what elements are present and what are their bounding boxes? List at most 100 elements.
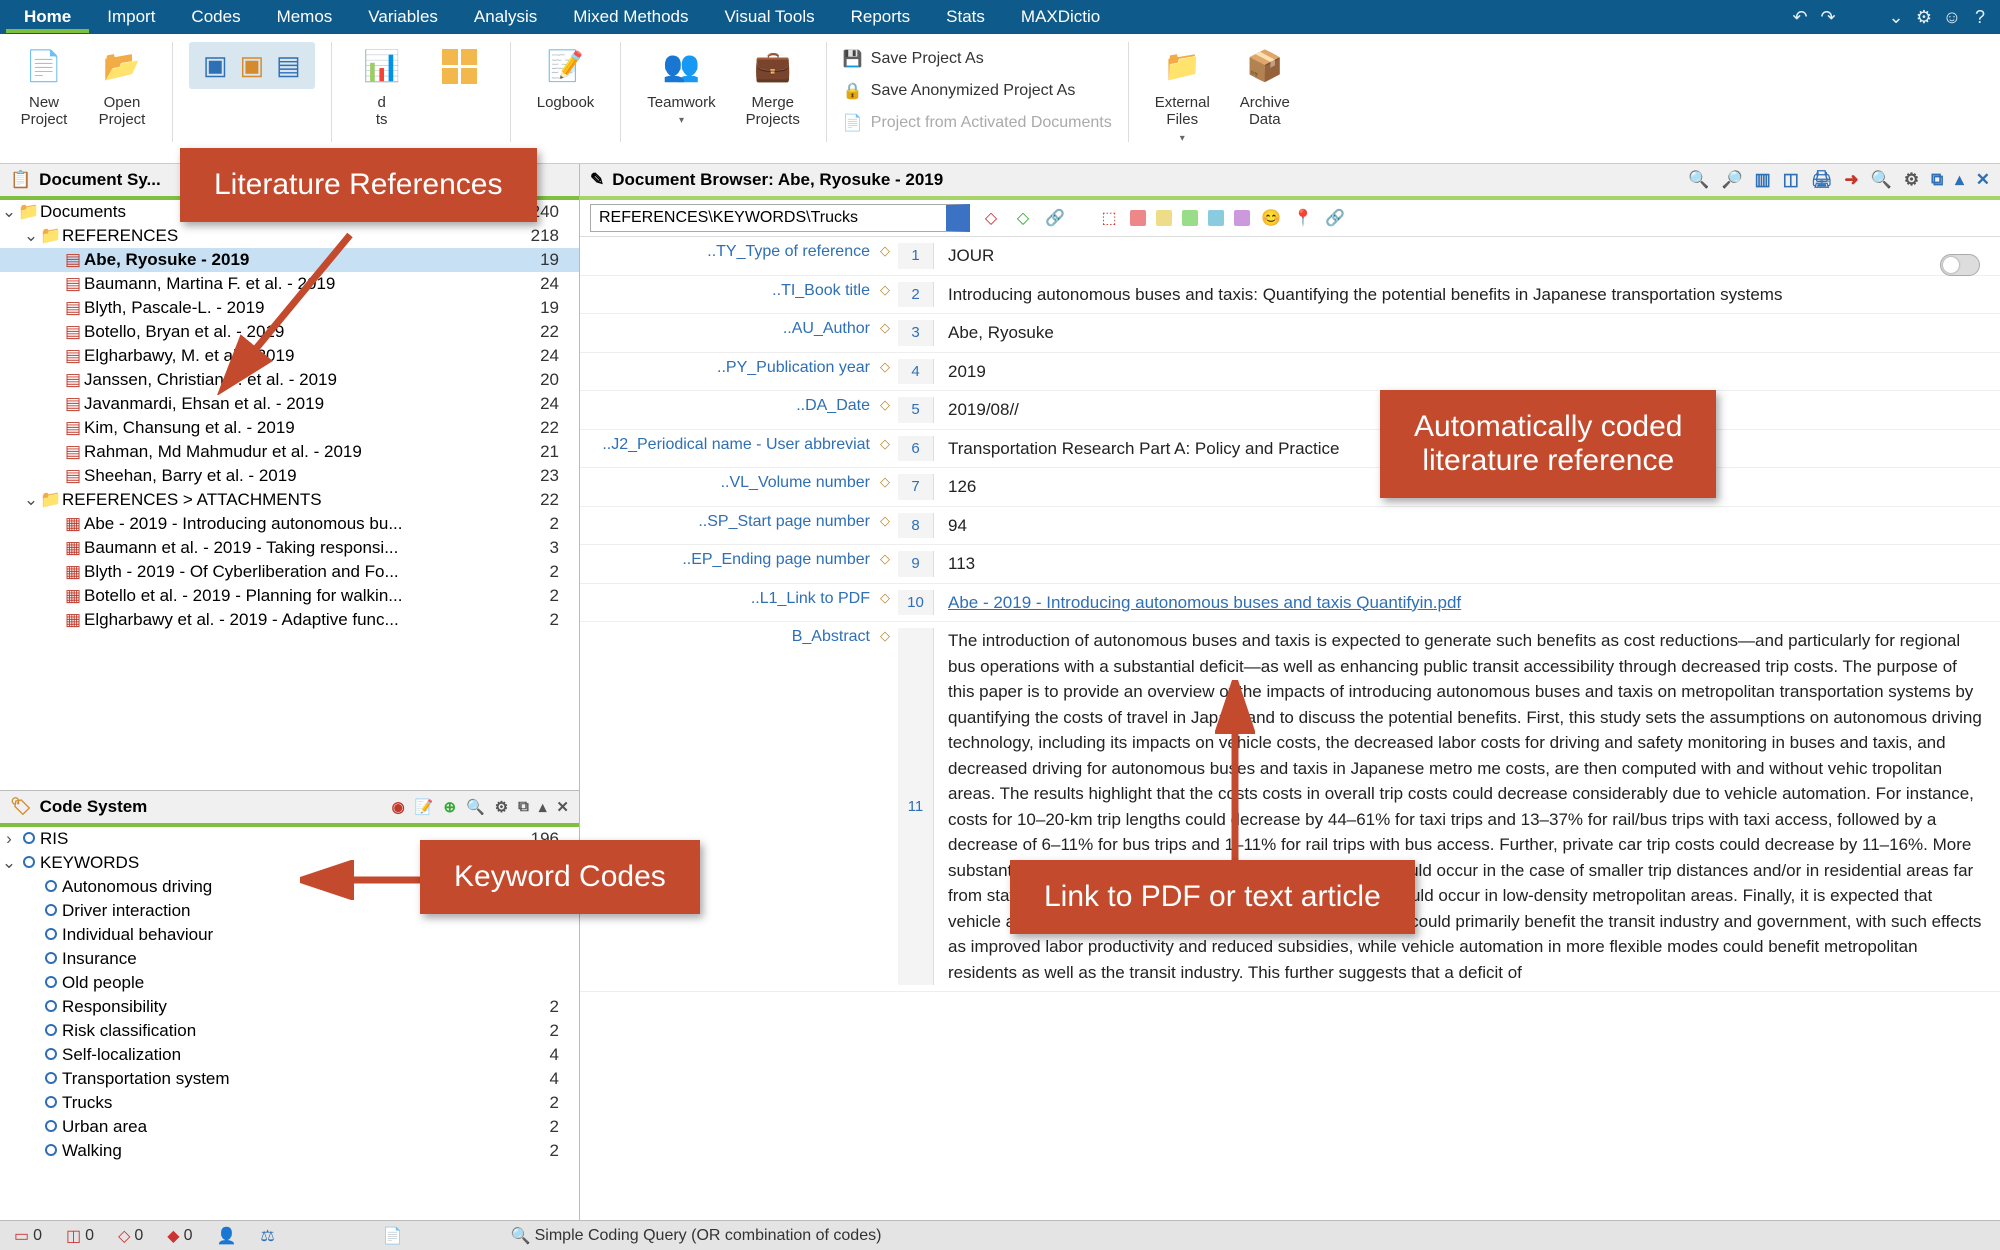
query-indicator[interactable]: 🔍Simple Coding Query (OR combination of … <box>511 1226 882 1246</box>
tree-row[interactable]: ▦ Baumann et al. - 2019 - Taking respons… <box>0 536 579 560</box>
code-path-selector[interactable]: REFERENCES\KEYWORDS\Trucks <box>590 204 970 232</box>
tab-reports[interactable]: Reports <box>833 1 929 33</box>
code-row[interactable]: Urban area 2 <box>0 1115 579 1139</box>
redo-icon[interactable]: ↷ <box>1814 7 1842 28</box>
tab-memos[interactable]: Memos <box>259 1 351 33</box>
tab-mixed-methods[interactable]: Mixed Methods <box>555 1 706 33</box>
zoom-out-icon[interactable]: 🔍 <box>1688 170 1709 190</box>
highlight-blue-icon[interactable] <box>1208 210 1224 226</box>
find-icon[interactable]: 🔍 <box>1871 170 1892 190</box>
highlight-yellow-icon[interactable] <box>1156 210 1172 226</box>
emoji-icon[interactable]: 😊 <box>1260 207 1282 229</box>
close-icon[interactable]: ✕ <box>1976 170 1990 190</box>
archive-data-button[interactable]: 📦 Archive Data <box>1230 42 1300 129</box>
tab-home[interactable]: Home <box>6 1 89 33</box>
tree-row[interactable]: ▤ Rahman, Md Mahmudur et al. - 2019 21 <box>0 440 579 464</box>
expand-icon[interactable]: ⌄ <box>0 853 18 873</box>
collapse-icon[interactable]: ▴ <box>539 798 547 816</box>
teamwork-button[interactable]: 👥 Teamwork ▾ <box>637 42 725 126</box>
gear-icon[interactable]: ⚙ <box>1910 7 1938 28</box>
edit-mode-toggle[interactable] <box>1940 254 1980 276</box>
activate-icon[interactable]: ◉ <box>392 798 405 816</box>
tree-row[interactable]: ▦ Botello et al. - 2019 - Planning for w… <box>0 584 579 608</box>
memo-icon <box>503 589 519 603</box>
layout2-icon[interactable]: ▣ <box>240 50 265 81</box>
code-row[interactable]: Walking 2 <box>0 1139 579 1163</box>
gear-icon[interactable]: ⚙ <box>1904 170 1919 190</box>
tab-analysis[interactable]: Analysis <box>456 1 555 33</box>
expand-icon[interactable]: › <box>0 829 18 849</box>
tree-row[interactable]: ▦ Abe - 2019 - Introducing autonomous bu… <box>0 512 579 536</box>
code-row[interactable]: Old people <box>0 971 579 995</box>
clip-icon[interactable]: 🔗 <box>1324 207 1346 229</box>
field-value: 113 <box>934 551 2000 577</box>
barcode-icon[interactable]: ▥ <box>1755 170 1771 190</box>
undock-icon[interactable]: ⧉ <box>1931 170 1943 190</box>
external-files-button[interactable]: 📁 External Files ▾ <box>1145 42 1220 144</box>
prev-code-icon[interactable]: ◇ <box>980 207 1002 229</box>
code-row[interactable]: Individual behaviour <box>0 923 579 947</box>
print-icon[interactable]: 🖨 <box>1811 170 1833 190</box>
code-stripe-icon: ◇ <box>880 320 898 336</box>
new-project-button[interactable]: 📄 New Project <box>10 42 78 129</box>
code-row[interactable]: Transportation system 4 <box>0 1067 579 1091</box>
select-icon[interactable]: ⬚ <box>1098 207 1120 229</box>
highlight-purple-icon[interactable] <box>1234 210 1250 226</box>
new-code-icon[interactable]: ⊕ <box>443 798 456 816</box>
tree-row[interactable]: ▦ Blyth - 2019 - Of Cyberliberation and … <box>0 560 579 584</box>
link-icon[interactable]: 🔗 <box>1044 207 1066 229</box>
pin-icon[interactable]: 📍 <box>1292 207 1314 229</box>
expand-icon[interactable]: ⌄ <box>22 226 40 246</box>
tree-row[interactable]: ⌄ 📁 REFERENCES > ATTACHMENTS 22 <box>0 488 579 512</box>
memo-toggle-icon[interactable]: 📝 <box>415 798 434 816</box>
export-icon[interactable]: ➜ <box>1844 170 1858 190</box>
side-panel-icon[interactable]: ◫ <box>1783 170 1799 190</box>
pdf-link[interactable]: Abe - 2019 - Introducing autonomous buse… <box>948 593 1461 612</box>
next-code-icon[interactable]: ◇ <box>1012 207 1034 229</box>
status-doc-icon: 📄 <box>383 1226 403 1246</box>
save-project-as-button[interactable]: 💾Save Project As <box>843 46 1112 72</box>
merge-projects-button[interactable]: 💼 Merge Projects <box>736 42 810 129</box>
tab-variables[interactable]: Variables <box>350 1 456 33</box>
code-row[interactable]: Trucks 2 <box>0 1091 579 1115</box>
grid-button[interactable] <box>426 42 494 90</box>
tab-visual-tools[interactable]: Visual Tools <box>707 1 833 33</box>
code-row[interactable]: Insurance <box>0 947 579 971</box>
status-weight[interactable]: ⚖ <box>260 1226 274 1246</box>
code-row[interactable]: Responsibility 2 <box>0 995 579 1019</box>
tree-row[interactable]: ▦ Elgharbawy et al. - 2019 - Adaptive fu… <box>0 608 579 632</box>
open-project-button[interactable]: 📂 Open Project <box>88 42 156 129</box>
status-user[interactable]: 👤 <box>217 1226 237 1246</box>
code-row[interactable]: Self-localization 4 <box>0 1043 579 1067</box>
collapse-icon[interactable]: ▴ <box>1955 170 1964 190</box>
tree-row[interactable]: ▤ Kim, Chansung et al. - 2019 22 <box>0 416 579 440</box>
code-label: Individual behaviour <box>62 925 519 945</box>
close-panel-icon[interactable]: ✕ <box>556 798 569 816</box>
layout3-icon[interactable]: ▤ <box>276 50 301 81</box>
tree-row[interactable]: ▤ Javanmardi, Ehsan et al. - 2019 24 <box>0 392 579 416</box>
zoom-in-icon[interactable]: 🔎 <box>1722 170 1743 190</box>
tab-maxdictio[interactable]: MAXDictio <box>1003 1 1118 33</box>
logbook-button[interactable]: 📝 Logbook <box>527 42 605 111</box>
highlight-green-icon[interactable] <box>1182 210 1198 226</box>
chevron-down-icon[interactable]: ⌄ <box>1882 7 1910 28</box>
expand-icon[interactable]: ⌄ <box>22 490 40 510</box>
smiley-icon[interactable]: ☺ <box>1938 7 1966 28</box>
save-as-label: Save Project As <box>871 50 984 68</box>
tree-row[interactable]: ▤ Sheehan, Barry et al. - 2019 23 <box>0 464 579 488</box>
undock-icon[interactable]: ⧉ <box>518 798 529 816</box>
tab-codes[interactable]: Codes <box>173 1 258 33</box>
code-row[interactable]: Risk classification 2 <box>0 1019 579 1043</box>
chart-button[interactable]: 📊 dts <box>348 42 416 129</box>
save-anon-button[interactable]: 🔒Save Anonymized Project As <box>843 78 1112 104</box>
settings-icon[interactable]: ⚙ <box>495 798 508 816</box>
highlight-red-icon[interactable] <box>1130 210 1146 226</box>
field-row: ..SP_Start page number ◇ 8 94 <box>580 507 2000 546</box>
undo-icon[interactable]: ↶ <box>1786 7 1814 28</box>
help-icon[interactable]: ? <box>1966 7 1994 28</box>
tab-stats[interactable]: Stats <box>928 1 1003 33</box>
tab-import[interactable]: Import <box>89 1 173 33</box>
expand-icon[interactable]: ⌄ <box>0 202 18 222</box>
layout1-icon[interactable]: ▣ <box>203 50 228 81</box>
search-icon[interactable]: 🔍 <box>466 798 485 816</box>
